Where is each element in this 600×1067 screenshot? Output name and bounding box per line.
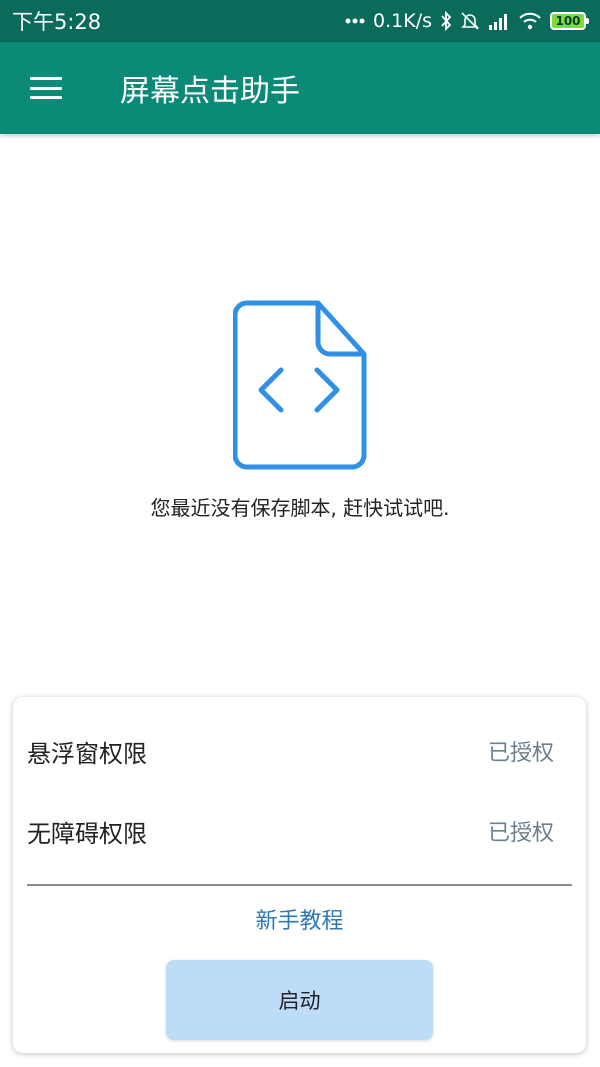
app-bar: 屏幕点击助手 <box>0 42 600 134</box>
app-title: 屏幕点击助手 <box>120 74 300 109</box>
mute-icon <box>460 11 480 31</box>
status-icons: 0.1K/s 100 <box>345 10 589 32</box>
tutorial-link[interactable]: 新手教程 <box>13 903 586 935</box>
accessibility-permission-label: 无障碍权限 <box>27 819 147 848</box>
empty-message: 您最近没有保存脚本, 赶快试试吧. <box>150 496 450 520</box>
wifi-icon <box>518 12 542 30</box>
divider <box>27 884 572 886</box>
battery-icon: 100 <box>550 12 589 30</box>
network-speed: 0.1K/s <box>373 10 432 32</box>
empty-state: 您最近没有保存脚本, 赶快试试吧. <box>0 300 600 521</box>
overlay-permission-row[interactable]: 悬浮窗权限 已授权 <box>13 721 586 781</box>
overlay-permission-status: 已授权 <box>487 741 554 766</box>
overlay-permission-label: 悬浮窗权限 <box>27 739 147 768</box>
signal-icon <box>488 12 510 30</box>
code-file-icon <box>232 300 367 474</box>
accessibility-permission-status: 已授权 <box>487 821 554 846</box>
start-button[interactable]: 启动 <box>166 960 433 1040</box>
dots-icon <box>345 18 365 24</box>
bluetooth-icon <box>440 11 452 31</box>
hamburger-menu-icon[interactable] <box>30 77 62 99</box>
accessibility-permission-row[interactable]: 无障碍权限 已授权 <box>13 801 586 861</box>
status-time: 下午5:28 <box>12 10 102 34</box>
status-bar: 下午5:28 0.1K/s 100 <box>0 0 600 42</box>
permission-card: 悬浮窗权限 已授权 无障碍权限 已授权 新手教程 启动 <box>13 697 586 1053</box>
